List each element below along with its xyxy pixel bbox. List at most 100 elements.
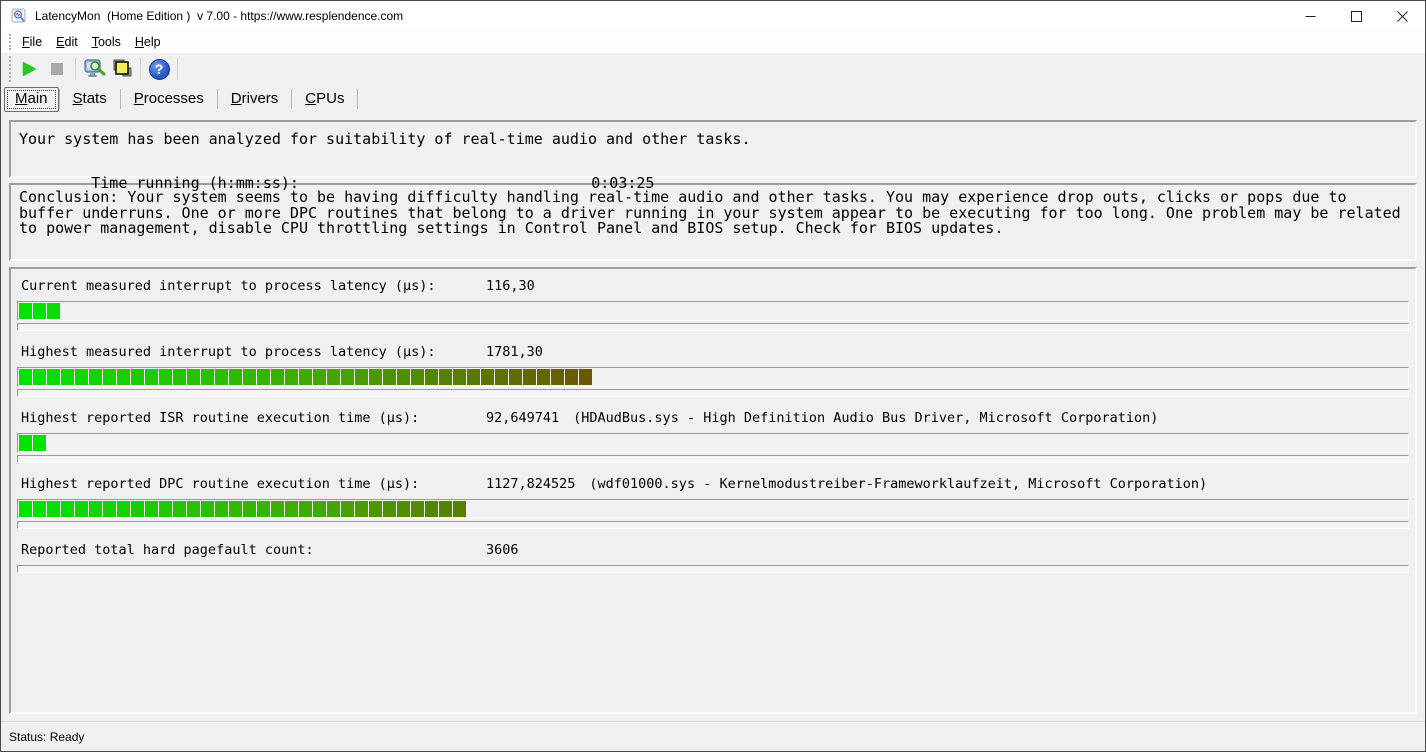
copy-report-icon [113,59,132,77]
led-segment [411,501,424,517]
latency-track-bar [17,323,1409,331]
led-segment [131,369,144,385]
window-title: LatencyMon (Home Edition ) v 7.00 - http… [35,9,404,23]
measurement-label: Highest measured interrupt to process la… [21,344,436,360]
led-segment [19,369,32,385]
latency-led-bar [17,433,1409,453]
led-segment [229,369,242,385]
led-segment [201,369,214,385]
led-segment [19,303,32,319]
led-segment [285,501,298,517]
led-segment [33,435,46,451]
stop-monitor-button[interactable] [43,56,71,82]
menu-item-tools[interactable]: Tools [85,33,128,51]
menu-item-help[interactable]: Help [128,33,168,51]
analysis-summary-box: Your system has been analyzed for suitab… [9,120,1417,192]
conclusion-text: Conclusion: Your system seems to be havi… [19,188,1401,237]
led-segment [33,303,46,319]
led-segment [299,369,312,385]
led-segment [397,369,410,385]
led-segment [285,369,298,385]
minimize-button[interactable] [1287,1,1333,31]
toolbar-gripper-icon [9,56,11,82]
minimize-icon [1305,15,1315,17]
play-icon [22,62,36,76]
toolbar-separator [177,58,178,80]
led-segment [495,369,508,385]
toolbar-separator [75,58,76,80]
led-segment [411,369,424,385]
led-segment [257,501,270,517]
analysis-summary-text: Your system has been analyzed for suitab… [19,130,751,148]
tab-bar: Main Stats Processes Drivers CPUs [1,85,1425,113]
led-segment [103,501,116,517]
measurement-driver-note: (wdf01000.sys - Kernelmodustreiber-Frame… [589,476,1208,492]
led-segment [537,369,550,385]
led-segment [61,501,74,517]
led-segment [117,501,130,517]
led-segment [187,369,200,385]
led-segment [215,501,228,517]
start-monitor-button[interactable] [15,56,43,82]
led-segment [383,501,396,517]
measurement-value: 116,30 [486,278,535,294]
latency-track-bar [17,455,1409,463]
latency-led-bar [17,367,1409,387]
measurements-box: Current measured interrupt to process la… [9,267,1417,714]
measurement-value: 1781,30 [486,344,543,360]
led-segment [243,369,256,385]
led-segment [299,501,312,517]
tab-separator [357,89,359,109]
menu-items: File Edit Tools Help [15,33,168,51]
led-segment [397,501,410,517]
led-segment [271,501,284,517]
measurement-row: Reported total hard pagefault count: 3606 [17,541,1409,573]
measurement-label: Current measured interrupt to process la… [21,278,436,294]
led-segment [159,501,172,517]
latency-led-bar [17,301,1409,321]
led-segment [271,369,284,385]
led-segment [145,501,158,517]
led-segment [369,369,382,385]
menu-bar: File Edit Tools Help [1,31,1425,53]
led-segment [33,369,46,385]
led-segment [355,501,368,517]
status-text: Status: Ready [9,729,85,744]
help-button[interactable]: ? [145,56,173,82]
maximize-button[interactable] [1333,1,1379,31]
led-segment [453,501,466,517]
menu-item-edit[interactable]: Edit [49,33,85,51]
tab-drivers[interactable]: Drivers [218,88,292,111]
latency-led-bar [17,499,1409,519]
led-segment [19,501,32,517]
measurement-value: 3606 [486,542,519,558]
monitor-magnifier-icon [84,59,106,77]
led-segment [341,369,354,385]
led-segment [383,369,396,385]
led-segment [523,369,536,385]
led-segment [565,369,578,385]
toolbar: ? [1,53,1425,85]
toolbar-separator [140,58,141,80]
latencymon-app-icon [11,8,26,23]
menu-item-file[interactable]: File [15,33,49,51]
tab-cpus[interactable]: CPUs [292,88,357,111]
tab-main[interactable]: Main [4,86,59,112]
measurement-row: Highest reported DPC routine execution t… [17,475,1409,529]
measurement-row: Current measured interrupt to process la… [17,277,1409,331]
led-segment [481,369,494,385]
close-button[interactable] [1379,1,1425,31]
led-segment [467,369,480,385]
led-segment [439,369,452,385]
led-segment [355,369,368,385]
main-panel: Your system has been analyzed for suitab… [1,113,1425,721]
tab-stats[interactable]: Stats [60,88,120,111]
tab-processes[interactable]: Processes [121,88,217,111]
caption-buttons [1287,1,1425,31]
analyze-button[interactable] [80,56,108,82]
copy-report-button[interactable] [108,56,136,82]
led-segment [61,369,74,385]
stop-icon [51,63,63,75]
led-segment [439,501,452,517]
led-segment [117,369,130,385]
